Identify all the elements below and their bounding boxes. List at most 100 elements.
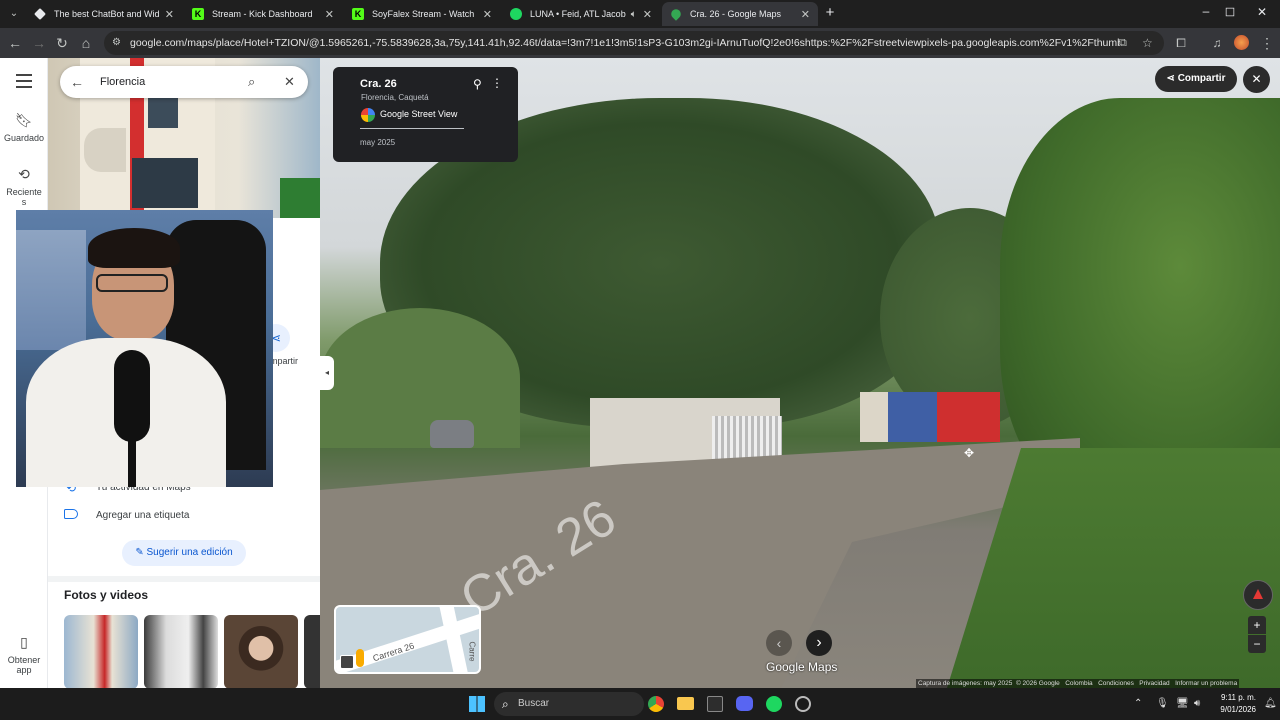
suggest-edit-button[interactable]: ✎ Sugerir una edición	[122, 540, 246, 566]
chrome-menu-icon[interactable]: ⋮	[1256, 28, 1278, 58]
tab-title: SoyFalex Stream - Watch Live o	[372, 9, 477, 19]
nav-next-arrow[interactable]: ›	[806, 630, 832, 656]
media-control-icon[interactable]: ♫	[1206, 28, 1228, 58]
rail-item-recents[interactable]: ⟲ Recientes	[0, 166, 48, 207]
microphone	[114, 350, 150, 442]
back-icon[interactable]: ←	[4, 28, 26, 58]
show-hidden-icons[interactable]: ⌃	[1134, 688, 1142, 720]
house-blue-red	[860, 392, 1000, 442]
profile-avatar[interactable]	[1234, 35, 1249, 50]
phone-icon: ▯	[20, 634, 28, 650]
country-link[interactable]: Colombia	[1065, 680, 1092, 687]
report-problem-link[interactable]: Informar un problema	[1175, 680, 1237, 687]
rail-label: Obtener app	[7, 655, 41, 675]
close-tab-icon[interactable]: ✕	[483, 8, 492, 21]
photo-thumb-2[interactable]	[144, 615, 218, 688]
menu-icon[interactable]	[16, 74, 32, 88]
search-icon[interactable]: ⌕	[248, 66, 255, 98]
restore-icon[interactable]	[1225, 7, 1235, 17]
label-tag-icon	[64, 509, 78, 519]
copyright: © 2026 Google	[1015, 680, 1060, 687]
chrome-taskbar-icon[interactable]	[648, 696, 664, 712]
reload-icon[interactable]: ↻	[51, 28, 73, 58]
minimap[interactable]: Carrera 26 Carre	[334, 605, 481, 674]
nav-prev-arrow[interactable]: ‹	[766, 630, 792, 656]
kick-favicon-icon: K	[352, 8, 364, 20]
zoom-out-button[interactable]: −	[1248, 635, 1266, 653]
close-tab-icon[interactable]: ✕	[325, 8, 334, 21]
window	[132, 158, 198, 208]
imagery-date: Captura de imágenes: may 2025	[918, 680, 1013, 687]
photo-thumb-3[interactable]	[224, 615, 298, 688]
expand-icon[interactable]	[340, 655, 354, 669]
hill-left	[320, 308, 520, 448]
location-pin-icon[interactable]: ⚲	[473, 77, 482, 91]
pegman-icon[interactable]	[356, 649, 364, 667]
clock[interactable]: 9:11 p. m. 9/01/2026	[1212, 692, 1256, 716]
terms-link[interactable]: Condiciones	[1098, 680, 1134, 687]
spotify-icon[interactable]	[766, 696, 782, 712]
rail-item-saved[interactable]: 🔖︎ Guardado	[0, 112, 48, 143]
zoom-in-button[interactable]: +	[1248, 616, 1266, 634]
back-arrow-icon[interactable]: ←	[70, 66, 84, 98]
mic-icon[interactable]: 🎙︎	[1156, 688, 1169, 720]
tab-chatbot[interactable]: The best ChatBot and Widgets ✕	[26, 2, 182, 26]
share-button[interactable]: ⋖ Compartir	[1155, 66, 1237, 92]
mic-stand	[128, 440, 136, 487]
start-button[interactable]	[469, 696, 485, 712]
forward-icon[interactable]: →	[28, 28, 50, 58]
new-tab-icon[interactable]: +	[822, 5, 838, 21]
add-label-row[interactable]: Agregar una etiqueta	[64, 509, 205, 521]
photo-thumb-4[interactable]	[304, 615, 320, 688]
minimap-street-label-2: Carre	[467, 641, 477, 662]
speaker-icon[interactable]: 🔈︎	[631, 9, 637, 20]
taskbar: ⌕ Buscar ⌃ 🎙︎ 🖥︎ 🔊︎ 9:11 p. m. 9/01/2026…	[0, 688, 1280, 720]
rail-item-get-app[interactable]: ▯ Obtener app	[0, 634, 48, 675]
address-bar[interactable]: ⚙︎ google.com/maps/place/Hotel+TZION/@1.…	[104, 31, 1164, 55]
window-close-icon[interactable]: ✕	[1254, 5, 1270, 21]
extensions-icon[interactable]: ⧠	[1170, 28, 1192, 58]
notification-bell-icon[interactable]: 🔔︎	[1264, 688, 1277, 720]
tab-spotify-luna[interactable]: LUNA • Feid, ATL Jacob 🔈︎ ✕	[502, 2, 660, 26]
tab-title: Cra. 26 - Google Maps	[690, 9, 782, 19]
tab-soyfalex-stream[interactable]: K SoyFalex Stream - Watch Live o ✕	[344, 2, 500, 26]
compass-icon[interactable]	[1243, 580, 1273, 610]
more-options-icon[interactable]: ⋮	[491, 76, 503, 90]
file-explorer-icon[interactable]	[677, 697, 694, 710]
webcam-overlay	[16, 210, 273, 487]
bookmark-star-icon[interactable]: ☆	[1142, 31, 1153, 55]
close-tab-icon[interactable]: ✕	[643, 8, 652, 21]
person-hair	[88, 228, 180, 268]
privacy-link[interactable]: Privacidad	[1139, 680, 1169, 687]
glasses	[96, 274, 168, 292]
tab-title: LUNA • Feid, ATL Jacob	[530, 9, 626, 19]
shelf	[16, 230, 86, 350]
close-tab-icon[interactable]: ✕	[165, 8, 174, 21]
clear-search-icon[interactable]: ✕	[284, 66, 295, 98]
tab-google-maps[interactable]: Cra. 26 - Google Maps ✕	[662, 2, 818, 26]
obs-icon[interactable]	[795, 696, 811, 712]
sign-green	[280, 178, 320, 218]
home-icon[interactable]: ⌂	[75, 28, 97, 58]
discord-icon[interactable]	[736, 696, 753, 711]
close-tab-icon[interactable]: ✕	[801, 8, 810, 21]
close-street-view-button[interactable]: ✕	[1243, 66, 1270, 93]
tab-search-button[interactable]: ⌄	[6, 6, 22, 22]
capture-date[interactable]: may 2025	[360, 138, 395, 147]
search-input[interactable]	[100, 72, 230, 92]
network-icon[interactable]: 🖥︎	[1176, 688, 1189, 720]
maps-pin-favicon-icon	[669, 7, 683, 21]
site-info-icon[interactable]: ⚙︎	[112, 31, 121, 55]
store-icon[interactable]	[707, 696, 723, 712]
clock-time: 9:11 p. m.	[1221, 693, 1256, 702]
volume-icon[interactable]: 🔊︎	[1194, 688, 1200, 720]
photo-thumb-1[interactable]	[64, 615, 138, 688]
minimize-icon[interactable]: –	[1196, 4, 1216, 20]
collapse-panel-button[interactable]: ◂	[320, 356, 334, 390]
taskbar-search[interactable]: ⌕ Buscar	[494, 692, 644, 716]
tab-kick-dashboard[interactable]: K Stream - Kick Dashboard ✕	[184, 2, 342, 26]
suggest-edit-label: Sugerir una edición	[146, 547, 233, 558]
street-name: Cra. 26	[360, 78, 397, 90]
install-icon[interactable]: ⧉	[1119, 31, 1127, 55]
spotify-favicon-icon	[510, 8, 522, 20]
